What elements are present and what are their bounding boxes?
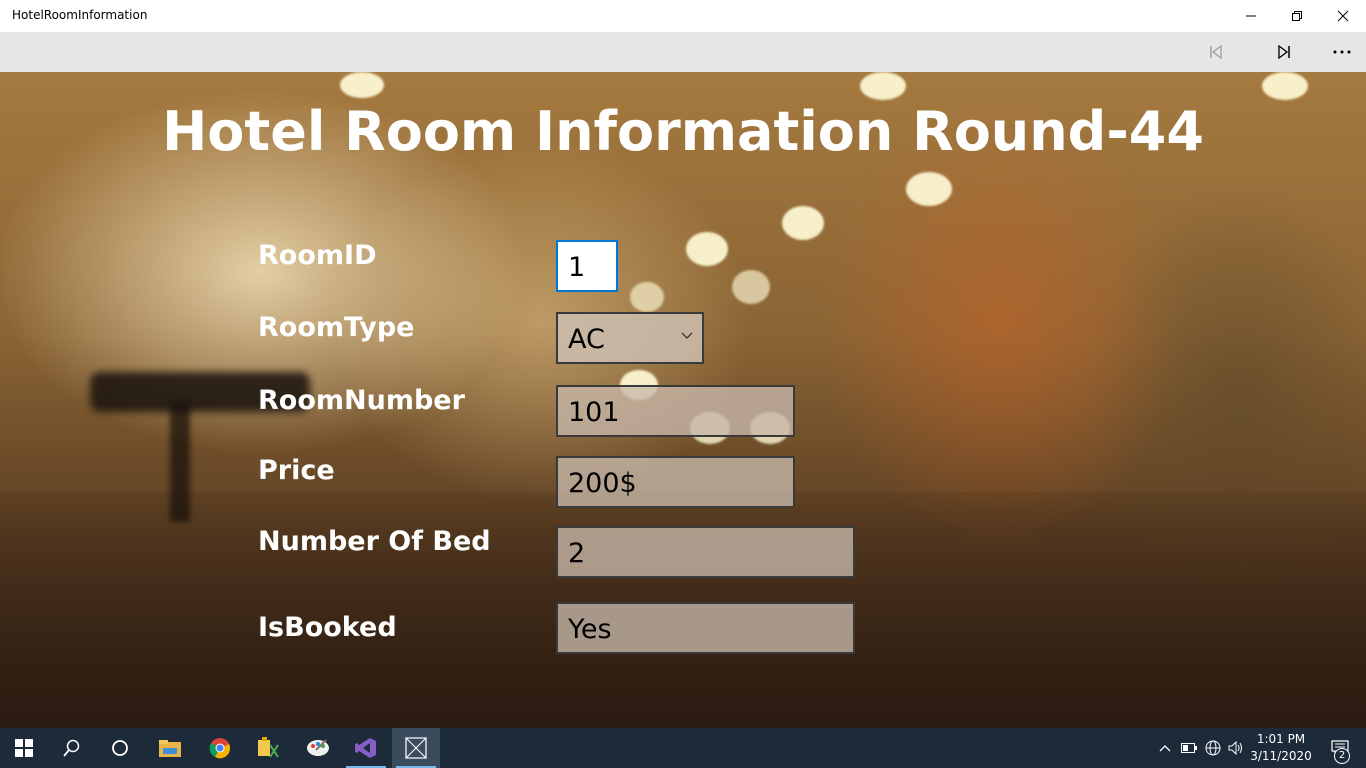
taskbar-paint[interactable] (294, 728, 342, 768)
network-button[interactable] (1201, 728, 1225, 768)
page-title: Hotel Room Information Round-44 (162, 100, 1204, 163)
room-type-value: AC (568, 324, 605, 355)
cortana-icon (112, 740, 128, 756)
cortana-button[interactable] (96, 728, 144, 768)
app-icon (258, 737, 279, 758)
taskbar: 1:01 PM 3/11/2020 2 (0, 728, 1366, 768)
taskbar-hotel-app[interactable] (392, 728, 440, 768)
room-number-label: RoomNumber (258, 385, 465, 416)
hotel-app-icon (405, 737, 427, 759)
command-bar (0, 32, 1366, 72)
app-title: HotelRoomInformation (12, 8, 148, 22)
price-input[interactable]: 200$ (556, 456, 795, 508)
battery-icon (1181, 743, 1197, 753)
skip-forward-icon (1278, 44, 1290, 60)
room-number-input[interactable]: 101 (556, 385, 795, 437)
next-button[interactable] (1260, 32, 1308, 72)
previous-button[interactable] (1192, 32, 1240, 72)
battery-button[interactable] (1177, 728, 1201, 768)
restore-icon (1292, 11, 1302, 21)
search-button[interactable] (48, 728, 96, 768)
show-hidden-icons-button[interactable] (1153, 728, 1177, 768)
minimize-icon (1246, 15, 1256, 17)
restore-button[interactable] (1274, 0, 1320, 32)
volume-icon (1228, 741, 1242, 755)
taskbar-file-explorer[interactable] (146, 728, 194, 768)
notification-count-badge: 2 (1334, 748, 1350, 764)
clock-time: 1:01 PM (1256, 732, 1306, 746)
is-booked-input[interactable]: Yes (556, 602, 855, 654)
windows-start-icon (15, 739, 33, 757)
number-of-bed-input[interactable]: 2 (556, 526, 855, 578)
number-of-bed-label: Number Of Bed (258, 526, 491, 557)
taskbar-app[interactable] (244, 728, 292, 768)
price-label: Price (258, 455, 335, 486)
taskbar-visual-studio[interactable] (342, 728, 390, 768)
skip-back-icon (1210, 44, 1222, 60)
clock-date: 3/11/2020 (1250, 749, 1312, 763)
more-icon (1333, 50, 1351, 54)
file-explorer-icon (159, 740, 181, 757)
chevron-up-icon (1159, 745, 1171, 752)
system-clock[interactable]: 1:01 PM 3/11/2020 (1250, 731, 1312, 765)
globe-icon (1205, 740, 1221, 756)
close-button[interactable] (1320, 0, 1366, 32)
room-type-label: RoomType (258, 312, 415, 343)
title-bar: HotelRoomInformation (0, 0, 1366, 32)
volume-button[interactable] (1224, 728, 1248, 768)
start-button[interactable] (0, 728, 48, 768)
room-type-combobox[interactable]: AC (556, 312, 704, 364)
search-icon (63, 739, 80, 757)
paint-icon (307, 739, 329, 756)
taskbar-chrome[interactable] (196, 728, 244, 768)
room-id-input[interactable]: 1 (556, 240, 618, 292)
chrome-icon (209, 738, 230, 759)
more-options-button[interactable] (1318, 32, 1366, 72)
minimize-button[interactable] (1228, 0, 1274, 32)
chevron-down-icon (681, 332, 693, 339)
room-id-label: RoomID (258, 240, 377, 271)
visual-studio-icon (355, 738, 376, 758)
close-icon (1337, 10, 1349, 22)
is-booked-label: IsBooked (258, 612, 397, 643)
